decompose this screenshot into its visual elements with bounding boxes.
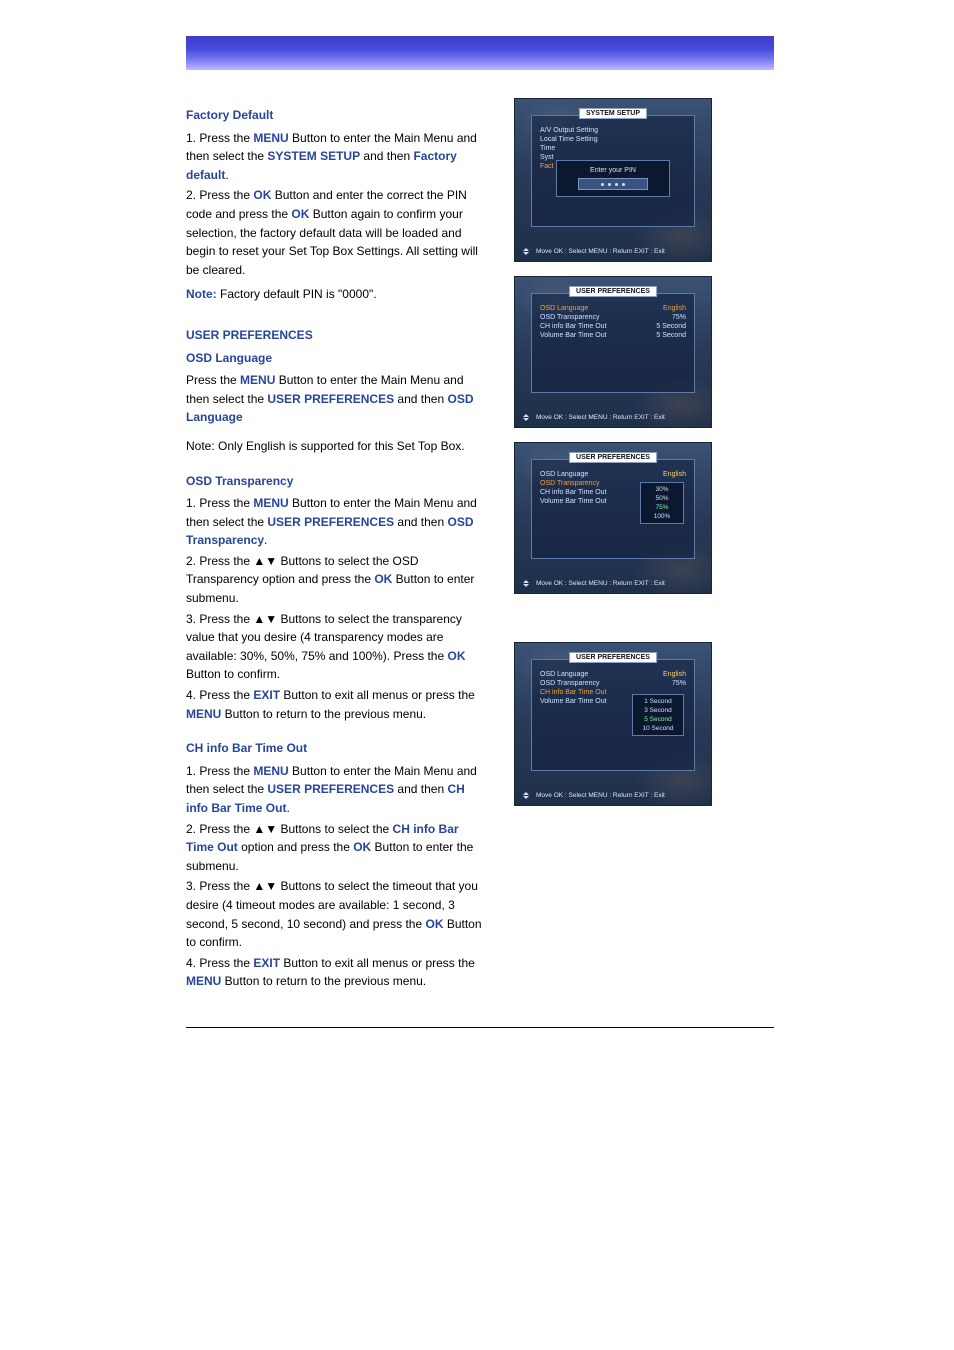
s3-step2: 2. Press the ▲▼ Buttons to select the OS…	[186, 552, 488, 608]
panel-title: SYSTEM SETUP	[579, 108, 647, 119]
heading-factory-default: Factory Default	[186, 106, 488, 125]
s4-step3: 3. Press the ▲▼ Buttons to select the ti…	[186, 877, 488, 951]
s3-step1: 1. Press the MENU Button to enter the Ma…	[186, 494, 488, 550]
panel-title: USER PREFERENCES	[569, 286, 657, 297]
screenshot-osd-transparency-submenu: USER PREFERENCES OSD LanguageEnglish OSD…	[514, 442, 712, 594]
s2-step1: Press the MENU Button to enter the Main …	[186, 371, 488, 427]
s4-step1: 1. Press the MENU Button to enter the Ma…	[186, 762, 488, 818]
s3-step4: 4. Press the EXIT Button to exit all men…	[186, 686, 488, 723]
tv-footer-hints: Move OK : Select MENU : Return EXIT : Ex…	[523, 248, 703, 255]
page-footer-rule	[186, 1027, 774, 1028]
pin-input-box	[578, 178, 648, 190]
screenshot-column: SYSTEM SETUP A/V Output Setting Local Ti…	[514, 98, 712, 993]
transparency-submenu: 30% 50% 75% 100%	[640, 482, 684, 524]
s1-step1: 1. Press the MENU Button to enter the Ma…	[186, 129, 488, 185]
s3-step3: 3. Press the ▲▼ Buttons to select the tr…	[186, 610, 488, 684]
pin-dialog: Enter your PIN	[556, 160, 670, 197]
instruction-text-column: Factory Default 1. Press the MENU Button…	[186, 98, 488, 993]
header-banner	[186, 36, 774, 70]
s4-step4: 4. Press the EXIT Button to exit all men…	[186, 954, 488, 991]
panel-title: USER PREFERENCES	[569, 452, 657, 463]
screenshot-user-preferences-main: USER PREFERENCES OSD LanguageEnglish OSD…	[514, 276, 712, 428]
screenshot-ch-info-timeout-submenu: USER PREFERENCES OSD LanguageEnglish OSD…	[514, 642, 712, 806]
s1-step2: 2. Press the OK Button and enter the cor…	[186, 186, 488, 279]
tv-footer-hints: Move OK : Select MENU : Return EXIT : Ex…	[523, 580, 703, 587]
subhead-osd-transparency: OSD Transparency	[186, 472, 488, 491]
screenshot-system-setup-pin: SYSTEM SETUP A/V Output Setting Local Ti…	[514, 98, 712, 262]
panel-title: USER PREFERENCES	[569, 652, 657, 663]
s1-note: Note: Factory default PIN is "0000".	[186, 285, 488, 304]
timeout-submenu: 1 Second 3 Second 5 Second 10 Second	[632, 694, 684, 736]
subhead-ch-info-bar-timeout: CH info Bar Time Out	[186, 739, 488, 758]
heading-user-preferences: USER PREFERENCES	[186, 326, 488, 345]
tv-footer-hints: Move OK : Select MENU : Return EXIT : Ex…	[523, 414, 703, 421]
s2-note: Note: Only English is supported for this…	[186, 437, 488, 456]
tv-footer-hints: Move OK : Select MENU : Return EXIT : Ex…	[523, 792, 703, 799]
s4-step2: 2. Press the ▲▼ Buttons to select the CH…	[186, 820, 488, 876]
subhead-osd-language: OSD Language	[186, 349, 488, 368]
